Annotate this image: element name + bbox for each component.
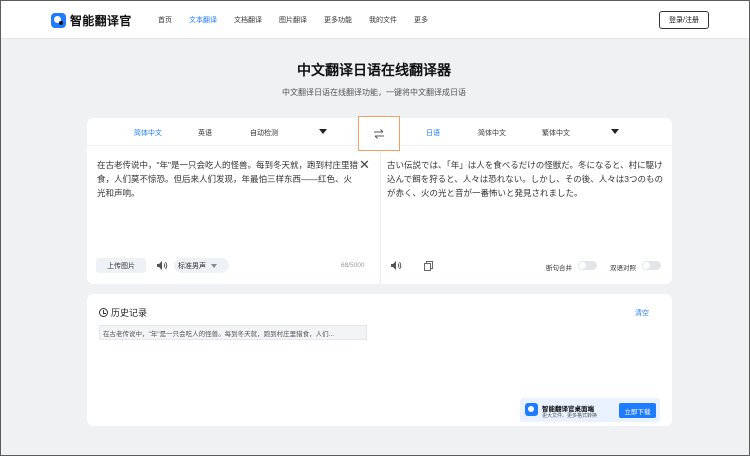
nav-my-files[interactable]: 我的文件	[369, 15, 397, 25]
nav-image-translate[interactable]: 图片翻译	[279, 15, 307, 25]
character-count: 68/5000	[341, 262, 365, 269]
history-header: 历史记录	[99, 306, 147, 319]
bilingual-label: 双语对照	[610, 265, 636, 272]
nav-text-translate[interactable]: 文本翻译	[189, 15, 217, 25]
source-text-input[interactable]: 在古老传说中，"年"是一只会吃人的怪兽。每到冬天就，跑到村庄里猎食，人们莫不惊恐…	[97, 158, 359, 200]
login-register-button[interactable]: 登录/注册	[659, 11, 709, 29]
app-name: 智能翻译官	[70, 14, 132, 28]
promo-subtitle: 更大文件、更多格式转换	[542, 413, 598, 419]
voice-dropdown-icon	[211, 263, 217, 268]
desktop-promo-banner: 智能翻译官桌面端 更大文件、更多格式转换 立即下载	[520, 398, 660, 422]
app-logo[interactable]: 智能翻译官	[51, 12, 132, 29]
sentence-merge-toggle[interactable]	[578, 261, 597, 270]
upload-image-button[interactable]: 上传图片	[96, 258, 146, 273]
history-card: 历史记录 清空 在古老传说中，"年"是一只会吃人的怪兽。每到冬天就，跑到村庄里猎…	[87, 294, 672, 426]
source-lang-simplified-chinese[interactable]: 简体中文	[134, 128, 162, 138]
target-lang-simplified-chinese[interactable]: 简体中文	[478, 128, 506, 138]
nav-more-features[interactable]: 更多功能	[324, 15, 352, 25]
copy-icon[interactable]	[424, 261, 433, 271]
clear-history-button[interactable]: 清空	[635, 308, 649, 318]
translation-output: 古い伝説では、「年」は人を食べるだけの怪獣だ。冬になると、村に駆け込んで餌を狩る…	[387, 160, 663, 198]
panel-divider	[380, 146, 381, 284]
page-subtitle: 中文翻译日语在线翻译功能，一键将中文翻译成日语	[282, 88, 466, 97]
swap-icon	[374, 128, 384, 139]
nav-doc-translate[interactable]: 文档翻译	[234, 15, 262, 25]
voice-select-label: 标准男声	[178, 262, 206, 270]
history-title: 历史记录	[111, 308, 148, 318]
target-lang-dropdown-icon[interactable]	[611, 129, 619, 134]
swap-languages-button[interactable]	[358, 116, 400, 151]
page-title: 中文翻译日语在线翻译器	[297, 62, 451, 78]
source-lang-dropdown-icon[interactable]	[319, 129, 327, 134]
main-nav: 首页 文本翻译 文档翻译 图片翻译 更多功能 我的文件 更多	[158, 15, 445, 25]
download-now-button[interactable]: 立即下载	[619, 403, 656, 418]
target-lang-japanese[interactable]: 日语	[426, 128, 440, 138]
source-speaker-icon[interactable]	[156, 260, 168, 271]
bilingual-toggle[interactable]	[642, 261, 661, 270]
target-speaker-icon[interactable]	[390, 260, 402, 271]
history-clock-icon	[99, 308, 108, 317]
clear-text-icon[interactable]: ✕	[359, 158, 370, 171]
voice-select[interactable]: 标准男声	[174, 258, 229, 273]
source-lang-auto-detect[interactable]: 自动检测	[250, 128, 278, 138]
logo-icon	[51, 13, 66, 28]
nav-home[interactable]: 首页	[158, 15, 172, 25]
top-navbar: 智能翻译官 首页 文本翻译 文档翻译 图片翻译 更多功能 我的文件 更多 登录/…	[1, 1, 749, 39]
target-lang-traditional-chinese[interactable]: 繁体中文	[542, 128, 570, 138]
desktop-app-icon	[525, 403, 538, 416]
nav-more[interactable]: 更多	[414, 15, 428, 25]
source-lang-english[interactable]: 英语	[198, 128, 212, 138]
history-item[interactable]: 在古老传说中，"年"是一只会吃人的怪兽。每到冬天就，跑到村庄里猎食，人们...	[99, 325, 367, 340]
sentence-merge-label: 断句合并	[546, 265, 572, 272]
